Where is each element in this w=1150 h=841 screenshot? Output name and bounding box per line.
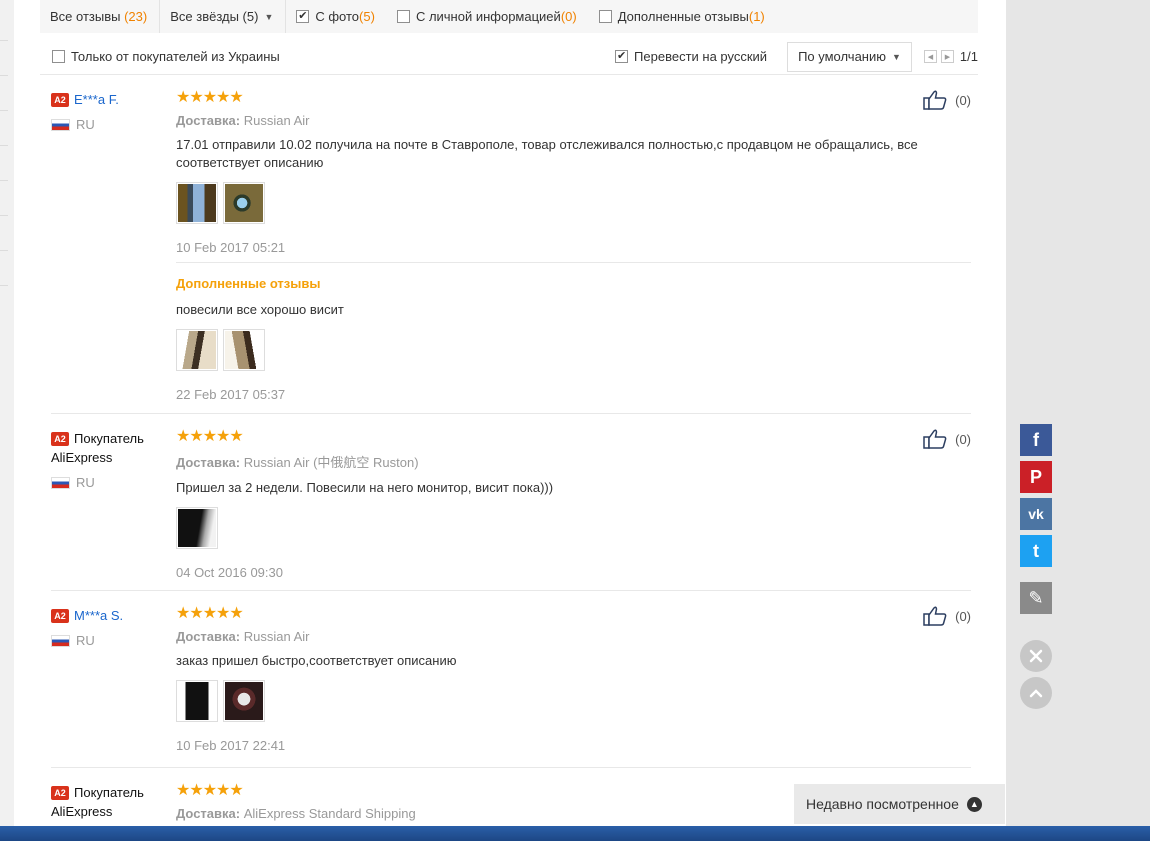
reviewer-country: RU [51,117,161,132]
reviewer-country: RU [51,633,161,648]
translate-label: Перевести на русский [634,49,768,64]
sort-select[interactable]: По умолчанию ▼ [787,41,912,72]
close-icon [1029,649,1043,663]
twitter-share-button[interactable]: t [1020,535,1052,567]
review-item: A2 E***a F. RU ★★★★★ Доставка: Russian Ai… [51,90,971,410]
chevron-down-icon: ▼ [264,11,274,22]
translate-checkbox[interactable]: ✔ [615,50,629,63]
additional-review-title: Дополненные отзывы [176,276,321,291]
like-button[interactable]: (0) [923,606,971,626]
thumbs-up-icon [923,90,947,110]
review-photo[interactable] [176,329,218,371]
reviews-panel: Все отзывы (23) Все звёзды (5) ▼ ✔ С фото… [14,0,1006,826]
chevron-down-icon: ▼ [892,51,901,62]
recently-viewed-bar[interactable]: Недавно посмотренное ▲ [794,784,1005,824]
additional-review-date: 22 Feb 2017 05:37 [176,387,286,402]
review-text: заказ пришел быстро,соответствует описан… [176,653,457,668]
vk-share-button[interactable]: vk [1020,498,1052,530]
reviewer-name[interactable]: A2 E***a F. [51,90,161,109]
filter-personal-info[interactable]: С личной информацией (0) [396,0,589,33]
review-photo[interactable] [223,329,265,371]
buyer-level-badge: A2 [51,786,69,800]
prev-page-button[interactable]: ◀ [923,50,937,63]
taskbar [0,826,1150,841]
chevron-up-icon [1029,689,1043,698]
personal-info-checkbox[interactable] [396,10,410,23]
filter-all-reviews[interactable]: Все отзывы (23) [50,0,161,33]
shipping-info: Доставка: Russian Air [176,113,310,128]
ukraine-only-option[interactable]: Только от покупателей из Украины [52,49,280,64]
additional-review-text: повесили все хорошо висит [176,302,344,317]
divider [40,74,978,75]
like-button[interactable]: (0) [923,90,971,110]
with-photo-checkbox[interactable]: ✔ [296,10,310,23]
thumbs-up-icon [923,606,947,626]
ru-flag-icon [51,634,70,647]
divider [51,590,971,591]
additional-photos [176,329,344,371]
left-strip [0,0,14,826]
pinterest-share-button[interactable]: P [1020,461,1052,493]
close-button[interactable] [1020,640,1052,672]
edit-button[interactable]: ✎ [1020,582,1052,614]
additional-reviews-checkbox[interactable] [598,10,612,23]
reviewer-name[interactable]: A2 M***a S. [51,606,161,625]
filter-all-stars-dropdown[interactable]: Все звёзды (5) ▼ [170,0,287,33]
filter-bar: Все отзывы (23) Все звёзды (5) ▼ ✔ С фото… [40,0,978,33]
buyer-level-badge: A2 [51,609,69,623]
buyer-level-badge: A2 [51,432,69,446]
divider [51,413,971,414]
shipping-info: Доставка: Russian Air [176,629,310,644]
reviewer-name: A2 Покупатель AliExpress [51,431,144,465]
facebook-icon: f [1033,429,1039,450]
next-page-button[interactable]: ▶ [940,50,954,63]
review-text: Пришел за 2 недели. Повесили на него мон… [176,480,554,495]
review-photo[interactable] [176,680,218,722]
divider [51,767,971,768]
review-photos [176,182,971,224]
review-item: A2 M***a S. RU ★★★★★ Доставка: Russian Ai… [51,606,971,756]
review-photo[interactable] [176,507,218,549]
review-photos [176,507,971,549]
review-photo[interactable] [223,680,265,722]
ru-flag-icon [51,476,70,489]
review-photo[interactable] [223,182,265,224]
reviewer-country: RU [51,475,161,490]
review-date: 04 Oct 2016 09:30 [176,565,283,580]
chevron-up-icon: ▲ [966,796,982,812]
ukraine-only-checkbox[interactable] [52,50,65,63]
page-indicator: 1/1 [959,49,978,64]
filter-additional-reviews[interactable]: Дополненные отзывы (1) [598,0,777,33]
pinterest-icon: P [1029,466,1042,487]
shipping-info: Доставка: Russian Air (中俄航空 Ruston) [176,455,419,470]
facebook-share-button[interactable]: f [1020,424,1052,456]
thumbs-up-icon [923,429,947,449]
options-row: Только от покупателей из Украины ✔ Перев… [40,40,978,73]
rating-stars: ★★★★★ [176,428,244,445]
like-button[interactable]: (0) [923,429,971,449]
twitter-icon: t [1033,540,1039,561]
filter-with-photo[interactable]: ✔ С фото (5) [296,0,387,33]
rating-stars: ★★★★★ [176,89,244,106]
buyer-level-badge: A2 [51,93,69,107]
rating-stars: ★★★★★ [176,605,244,622]
vk-icon: vk [1028,506,1044,522]
review-text: 17.01 отправили 10.02 получила на почте … [176,137,918,170]
scroll-top-button[interactable] [1020,677,1052,709]
review-date: 10 Feb 2017 22:41 [176,738,286,753]
review-photos [176,680,971,722]
reviewer-name: A2 Покупатель AliExpress [51,785,144,819]
review-photo[interactable] [176,182,218,224]
pencil-icon: ✎ [1028,587,1044,608]
review-date: 10 Feb 2017 05:21 [176,240,286,255]
divider [176,262,971,263]
ru-flag-icon [51,118,70,131]
review-item: A2 Покупатель AliExpress RU ★★★★★ Доставк… [51,428,971,580]
